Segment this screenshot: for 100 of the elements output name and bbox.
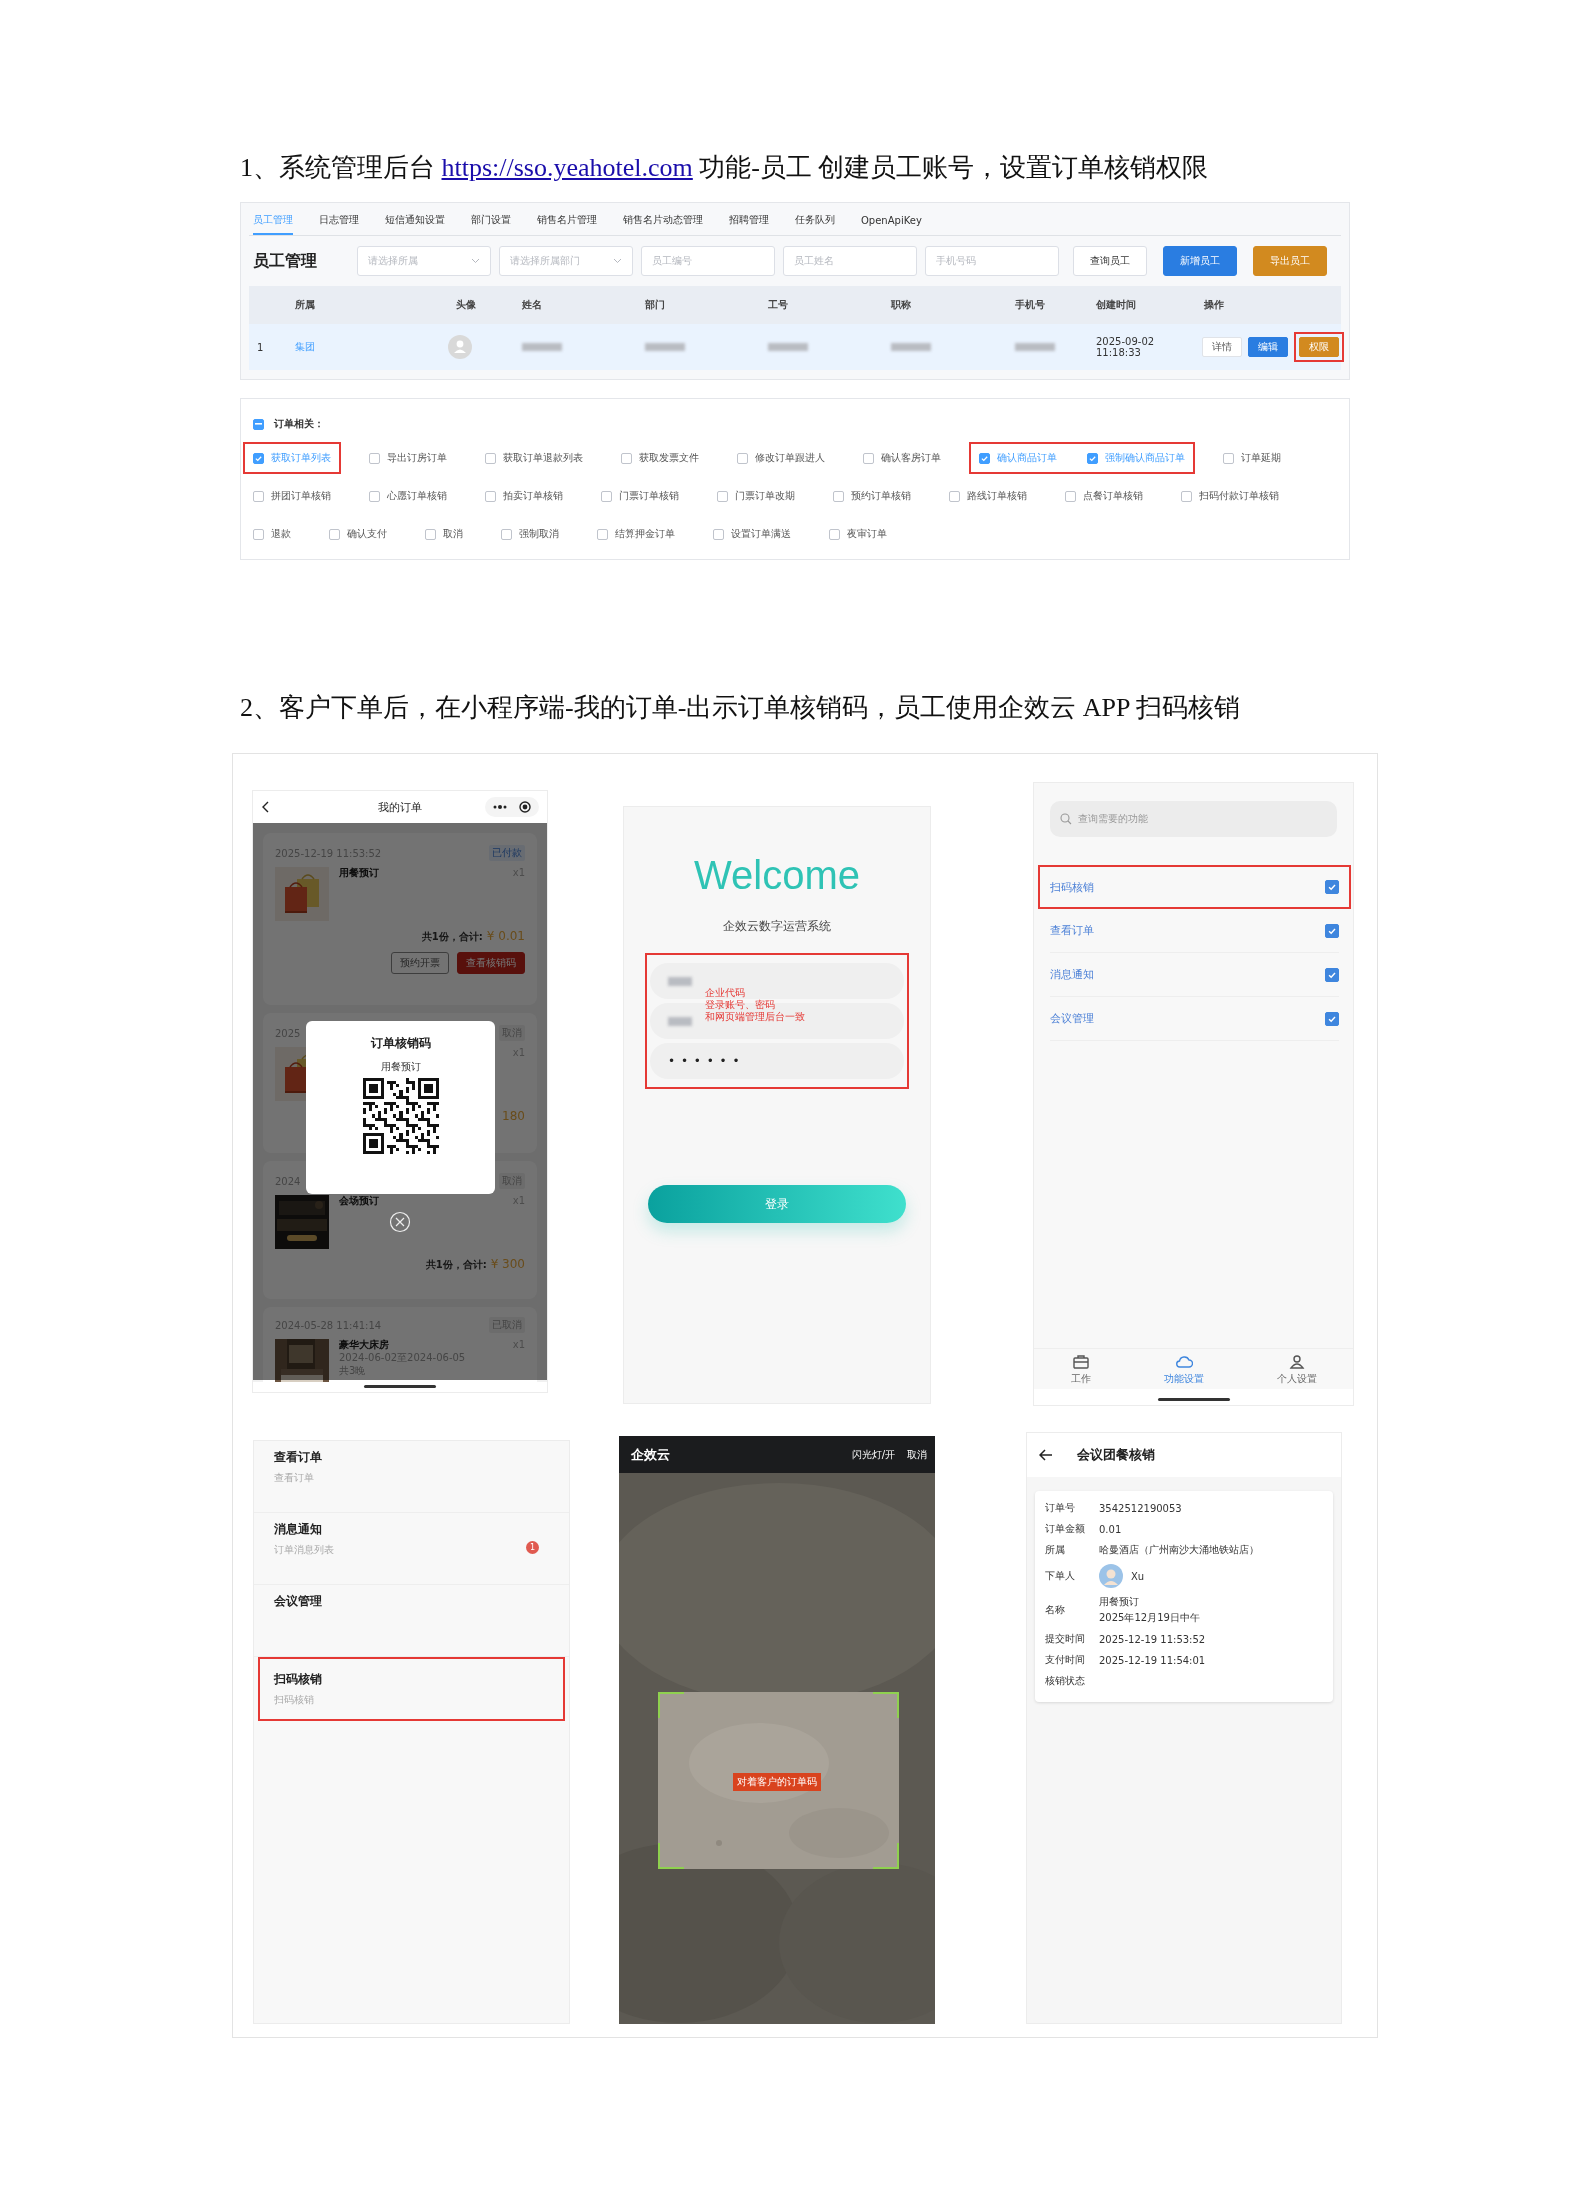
menu-item-subtitle: 扫码核销: [274, 1693, 314, 1707]
checkbox[interactable]: [621, 452, 632, 464]
checkbox[interactable]: [833, 490, 844, 502]
target-icon[interactable]: [519, 801, 531, 813]
header-action[interactable]: 取消: [907, 1447, 927, 1462]
permission-option[interactable]: 取消: [425, 527, 463, 541]
nav-tab[interactable]: 短信通知设置: [385, 203, 445, 235]
checkbox[interactable]: [717, 490, 728, 502]
checkbox[interactable]: [597, 528, 608, 540]
checkbox[interactable]: [369, 452, 380, 464]
permission-option[interactable]: 获取发票文件: [621, 451, 699, 465]
checkbox[interactable]: [369, 490, 380, 502]
checkbox[interactable]: [1065, 490, 1076, 502]
field-label: 订单金额: [1045, 1522, 1086, 1536]
total-price: ¥ 300: [490, 1257, 525, 1271]
checkbox[interactable]: [329, 528, 340, 540]
checkbox[interactable]: [501, 528, 512, 540]
nav-tab[interactable]: 日志管理: [319, 203, 359, 235]
permission-option[interactable]: 预约订单核销: [833, 489, 911, 503]
permission-option[interactable]: 导出订房订单: [369, 451, 447, 465]
checkbox[interactable]: [1181, 490, 1192, 502]
checkbox[interactable]: [1325, 880, 1339, 894]
checkbox[interactable]: [979, 452, 990, 464]
checkbox[interactable]: [1325, 1011, 1339, 1026]
permission-option[interactable]: 确认客房订单: [863, 451, 941, 465]
checkbox[interactable]: [253, 418, 264, 430]
column-header: 手机号: [1014, 298, 1046, 312]
permission-option[interactable]: 确认支付: [329, 527, 387, 541]
chevron-down-icon: [613, 258, 622, 264]
checkbox[interactable]: [1325, 967, 1339, 982]
close-icon[interactable]: [389, 1211, 411, 1233]
checkbox[interactable]: [1325, 923, 1339, 938]
checkbox[interactable]: [485, 452, 496, 464]
row-action-button[interactable]: 编辑: [1248, 337, 1288, 357]
permission-option[interactable]: 退款: [253, 527, 291, 541]
permission-option[interactable]: 点餐订单核销: [1065, 489, 1143, 503]
permission-option[interactable]: 心愿订单核销: [369, 489, 447, 503]
tab-bar-item[interactable]: 个人设置: [1270, 1351, 1323, 1387]
permission-option[interactable]: 强制取消: [501, 527, 559, 541]
permission-option[interactable]: 拍卖订单核销: [485, 489, 563, 503]
password-field[interactable]: • • • • • •: [650, 1043, 904, 1079]
permission-option[interactable]: 修改订单跟进人: [737, 451, 825, 465]
admin-link[interactable]: https://sso.yeahotel.com: [441, 153, 693, 182]
permission-option[interactable]: 获取订单退款列表: [485, 451, 583, 465]
menu-item[interactable]: 查看订单 查看订单: [254, 1441, 569, 1513]
toolbar-button[interactable]: 查询员工: [1073, 246, 1147, 276]
permission-option[interactable]: 设置订单满送: [713, 527, 791, 541]
checkbox[interactable]: [863, 452, 874, 464]
tab-bar-item[interactable]: 功能设置: [1157, 1351, 1210, 1387]
avatar-icon: [1099, 1564, 1123, 1588]
checkbox[interactable]: [601, 490, 612, 502]
feature-item[interactable]: 消息通知: [1050, 953, 1339, 997]
checkbox[interactable]: [253, 528, 264, 540]
feature-item[interactable]: 扫码核销: [1038, 865, 1351, 909]
more-icon[interactable]: [493, 805, 507, 809]
total-label: 共1份，合计:: [421, 930, 483, 944]
column-header: 职称: [890, 298, 912, 312]
checkbox[interactable]: [737, 452, 748, 464]
menu-item[interactable]: 消息通知 订单消息列表 1: [254, 1513, 569, 1585]
header-action[interactable]: 闪光灯/开: [851, 1447, 895, 1462]
order-status: 已付款: [489, 845, 525, 861]
field-value: 2025-12-19 11:53:52: [1099, 1633, 1207, 1645]
checkbox[interactable]: [1087, 452, 1098, 464]
back-icon[interactable]: [261, 801, 271, 813]
person-icon: [1287, 1352, 1306, 1370]
checkbox[interactable]: [829, 528, 840, 540]
feature-item[interactable]: 会议管理: [1050, 997, 1339, 1041]
nav-tab[interactable]: 任务队列: [795, 203, 835, 235]
menu-item[interactable]: 扫码核销 扫码核销: [258, 1657, 565, 1721]
permission-option[interactable]: 门票订单核销: [601, 489, 679, 503]
tab-bar-item[interactable]: 工作: [1064, 1351, 1097, 1387]
nav-tab[interactable]: 销售名片动态管理: [623, 203, 703, 235]
input-field[interactable]: [650, 963, 904, 999]
permission-option[interactable]: 门票订单改期: [717, 489, 795, 503]
checkbox[interactable]: [949, 490, 960, 502]
permission-option[interactable]: 夜审订单: [829, 527, 887, 541]
check-icon: [980, 453, 989, 463]
checkbox[interactable]: [485, 490, 496, 502]
permission-option[interactable]: 拼团订单核销: [253, 489, 331, 503]
permission-option[interactable]: 路线订单核销: [949, 489, 1027, 503]
permission-option[interactable]: 扫码付款订单核销: [1181, 489, 1279, 503]
nav-tab[interactable]: OpenApiKey: [861, 203, 922, 235]
menu-item[interactable]: 会议管理: [254, 1585, 569, 1657]
checkbox[interactable]: [713, 528, 724, 540]
redacted-value: [645, 342, 685, 351]
permission-option[interactable]: 订单延期: [1223, 451, 1281, 465]
back-arrow-icon[interactable]: [1039, 1449, 1053, 1461]
checkbox[interactable]: [425, 528, 436, 540]
check-icon: [1327, 882, 1337, 892]
nav-tab[interactable]: 部门设置: [471, 203, 511, 235]
checkbox[interactable]: [253, 452, 264, 464]
nav-tab[interactable]: 招聘管理: [729, 203, 769, 235]
checkbox[interactable]: [1223, 452, 1234, 464]
row-action-button[interactable]: 详情: [1202, 337, 1242, 357]
field-value: 哈曼酒店（广州南沙大涌地铁站店）: [1099, 1543, 1260, 1557]
toolbar-button[interactable]: 新增员工: [1163, 246, 1237, 276]
checkbox[interactable]: [253, 490, 264, 502]
feature-item[interactable]: 查看订单: [1050, 909, 1339, 953]
nav-tab[interactable]: 销售名片管理: [537, 203, 597, 235]
permission-option[interactable]: 结算押金订单: [597, 527, 675, 541]
